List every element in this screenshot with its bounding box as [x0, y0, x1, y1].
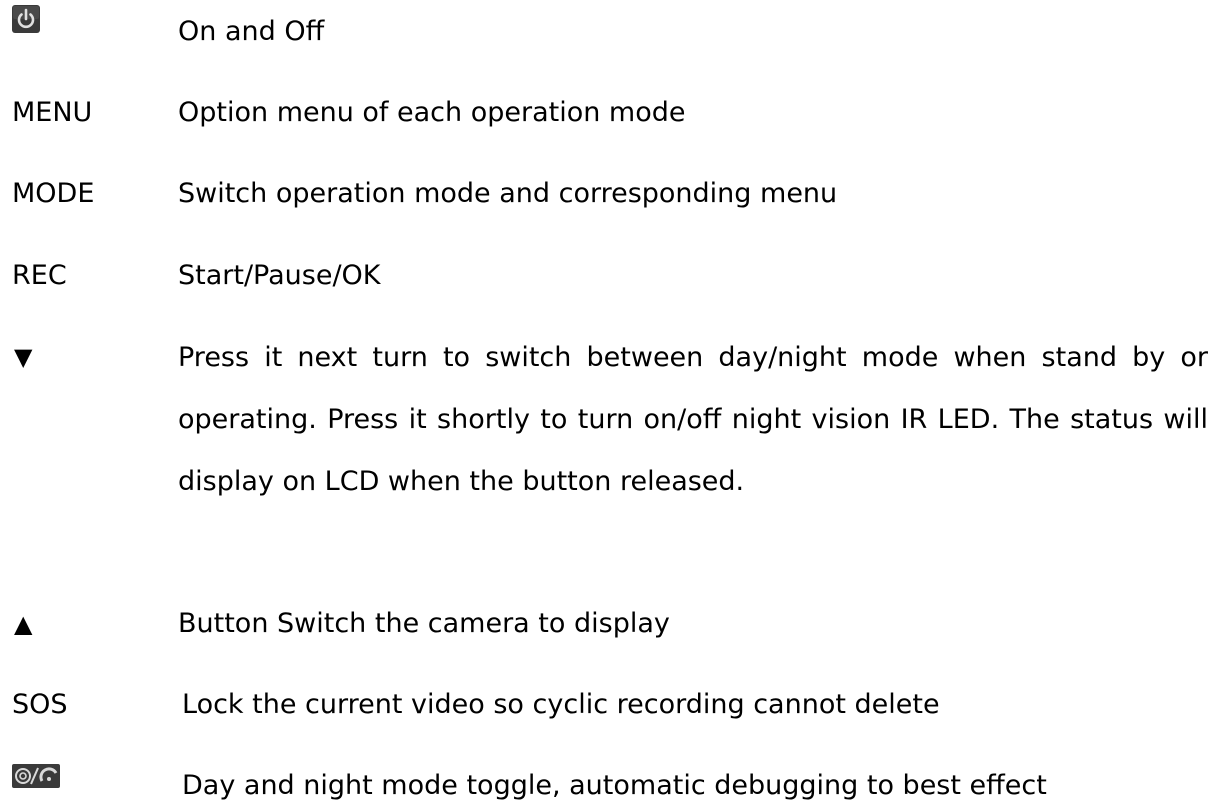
mode-description: Switch operation mode and corresponding … [178, 178, 838, 209]
menu-description: Option menu of each operation mode [178, 97, 686, 128]
sos-key-label: SOS [12, 689, 68, 720]
down-arrow-icon: ▼ [14, 343, 33, 371]
power-description: On and Off [178, 16, 325, 47]
up-arrow-description: Button Switch the camera to display [178, 608, 670, 639]
rec-description: Start/Pause/OK [178, 260, 381, 291]
day-night-description: Day and night mode toggle, automatic deb… [182, 770, 1047, 801]
up-arrow-icon: ▲ [14, 610, 33, 638]
rec-key-label: REC [12, 260, 67, 291]
down-arrow-description: Press it next turn to switch between day… [178, 342, 1208, 497]
day-night-toggle-icon [12, 764, 60, 788]
mode-key-label: MODE [12, 178, 95, 209]
button-reference-page: On and Off MENU Option menu of each oper… [0, 0, 1225, 801]
menu-key-label: MENU [12, 97, 93, 128]
sos-description: Lock the current video so cyclic recordi… [182, 689, 940, 720]
power-icon [12, 5, 40, 33]
